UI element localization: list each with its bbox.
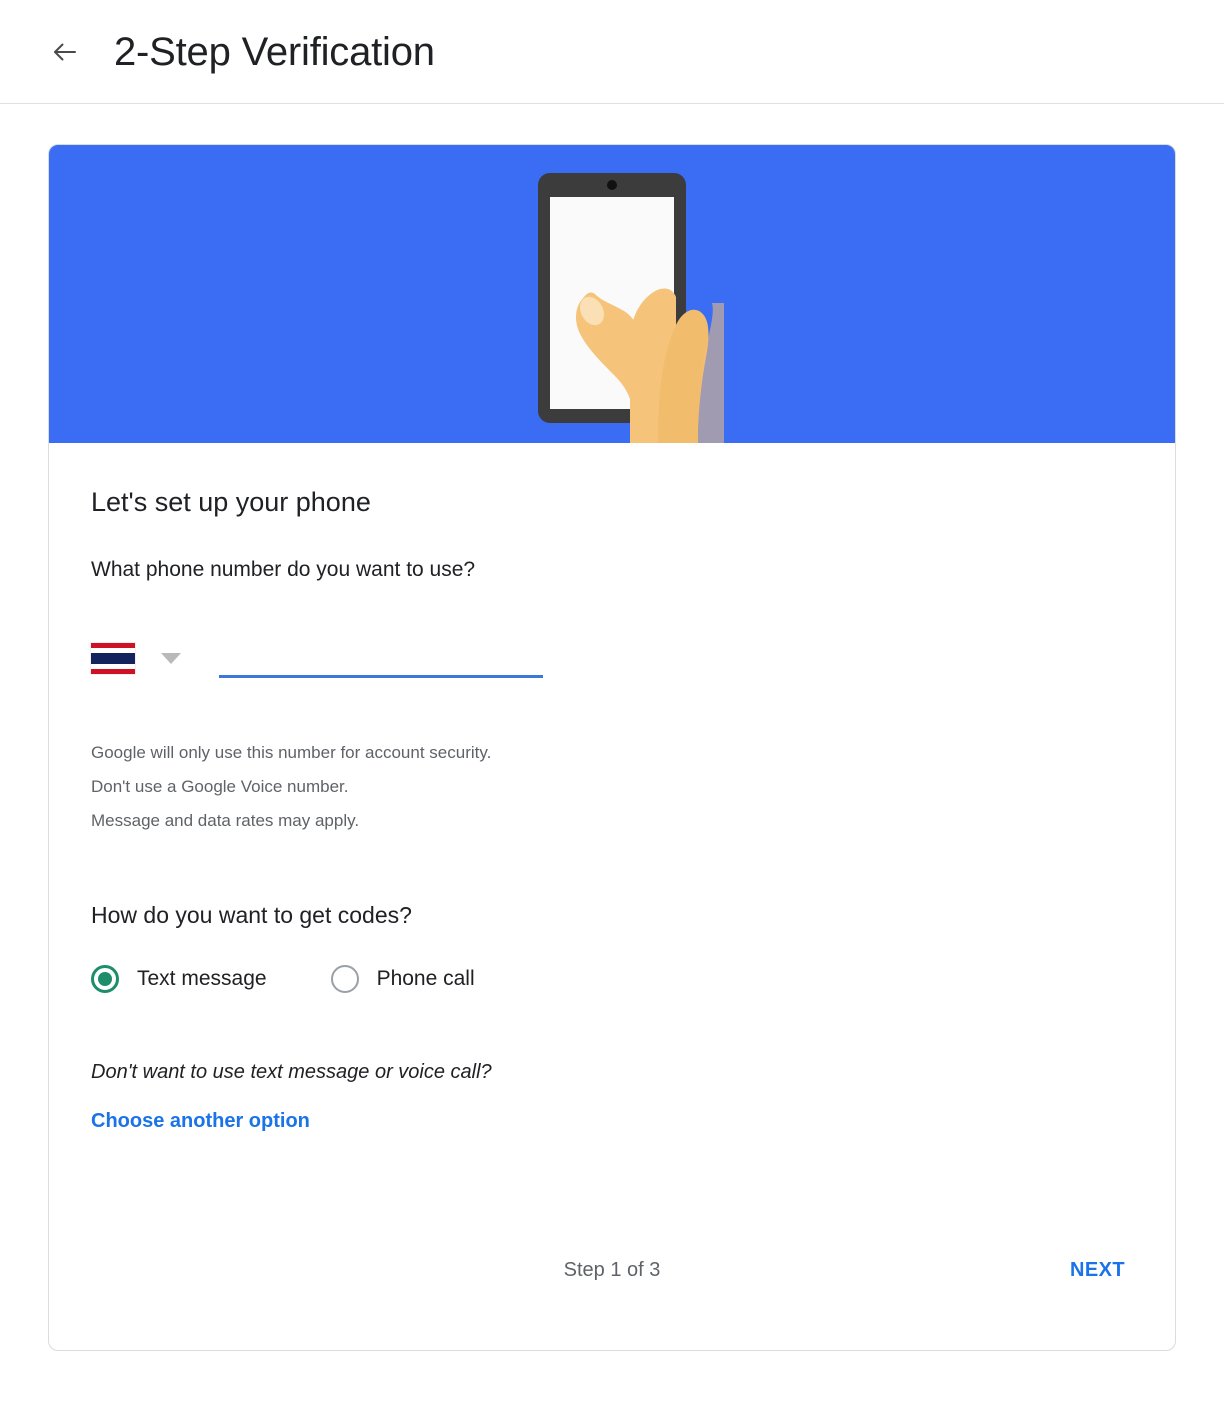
radio-indicator[interactable] <box>330 965 359 993</box>
thailand-flag-icon <box>91 643 135 674</box>
phone-number-question: What phone number do you want to use? <box>91 558 476 581</box>
section-title: Let's set up your phone <box>91 487 371 517</box>
radio-option-text-message[interactable]: Text message <box>91 965 267 993</box>
radio-label: Phone call <box>376 967 475 990</box>
helper-line: Google will only use this number for acc… <box>91 743 492 762</box>
choose-another-option-link[interactable]: Choose another option <box>91 1110 310 1133</box>
page-title: 2-Step Verification <box>114 29 435 74</box>
country-code-select[interactable] <box>91 643 219 678</box>
hero-banner <box>49 145 1175 443</box>
phone-entry-row <box>91 636 1133 678</box>
app-header: 2-Step Verification <box>0 0 1224 104</box>
radio-indicator-selected[interactable] <box>91 965 119 993</box>
back-button[interactable] <box>42 29 88 75</box>
radio-label: Text message <box>137 967 267 990</box>
helper-line: Message and data rates may apply. <box>91 811 360 830</box>
next-button[interactable]: NEXT <box>1066 1251 1129 1290</box>
step-indicator: Step 1 of 3 <box>563 1258 661 1281</box>
setup-card: Let's set up your phone What phone numbe… <box>48 144 1176 1351</box>
codes-question: How do you want to get codes? <box>91 902 412 928</box>
chevron-down-icon <box>161 653 181 664</box>
code-delivery-options: Text message Phone call <box>91 965 1133 993</box>
arrow-left-icon <box>50 37 80 67</box>
card-footer: Step 1 of 3 NEXT <box>49 1190 1175 1350</box>
phone-number-input[interactable] <box>219 644 543 678</box>
alternative-question: Don't want to use text message or voice … <box>91 1061 492 1083</box>
phone-helper-text: Google will only use this number for acc… <box>91 736 1133 838</box>
helper-line: Don't use a Google Voice number. <box>91 777 349 796</box>
radio-option-phone-call[interactable]: Phone call <box>330 965 475 993</box>
hand-holding-phone-illustration <box>49 145 1175 443</box>
